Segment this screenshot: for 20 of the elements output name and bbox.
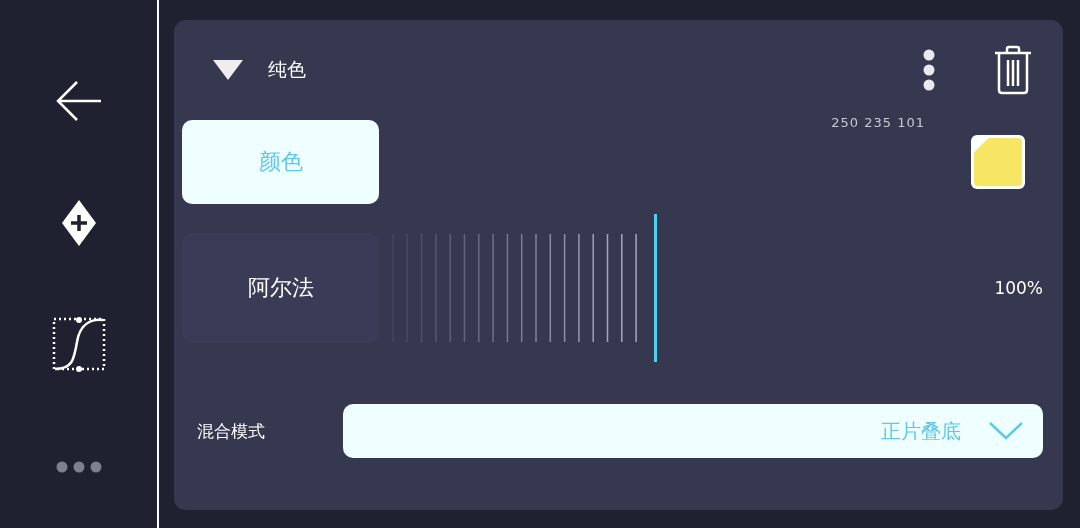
alpha-percentage: 100% [994, 278, 1043, 298]
delete-button[interactable] [993, 45, 1033, 95]
diamond-plus-icon [61, 200, 96, 246]
blend-mode-dropdown[interactable]: 正片叠底 [343, 404, 1043, 458]
slider-thumb[interactable] [654, 214, 657, 362]
back-arrow-icon [54, 79, 103, 123]
bezier-curve-icon [51, 317, 106, 373]
blend-mode-label: 混合模式 [196, 419, 266, 443]
color-tab[interactable]: 颜色 [182, 120, 379, 204]
layer-title: 纯色 [268, 57, 307, 82]
alpha-tab[interactable]: 阿尔法 [182, 233, 379, 343]
collapse-toggle[interactable] [212, 59, 244, 81]
rgb-reading: 250 235 101 [831, 115, 925, 130]
more-dots-icon [55, 460, 102, 474]
vertical-dots-icon [923, 49, 935, 91]
triangle-icon [212, 59, 244, 81]
chevron-down-icon [989, 422, 1023, 440]
more-menu-button[interactable] [923, 49, 935, 91]
trash-icon [993, 45, 1033, 95]
alpha-slider[interactable] [389, 214, 659, 362]
